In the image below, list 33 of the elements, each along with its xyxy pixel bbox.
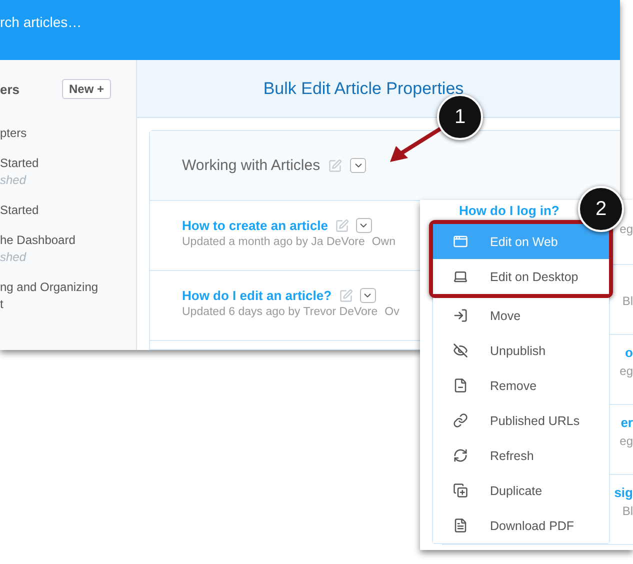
window-icon	[453, 234, 468, 249]
article-meta: eg	[620, 434, 633, 448]
sidebar-item[interactable]: Started	[0, 156, 136, 170]
owner-text: Ov	[384, 306, 400, 318]
article-meta: Bl	[622, 504, 633, 518]
owner-text: Own	[372, 236, 396, 248]
document-minus-icon	[453, 378, 468, 393]
article-meta: eg	[620, 364, 633, 378]
link-icon	[453, 413, 468, 428]
dropdown-button[interactable]	[360, 288, 376, 303]
article-meta: Bl	[622, 294, 633, 308]
eye-slash-icon	[453, 343, 468, 358]
dropdown-button[interactable]	[356, 218, 372, 233]
duplicate-icon	[453, 483, 468, 498]
sidebar-item[interactable]: Started	[0, 203, 136, 217]
new-button[interactable]: New +	[62, 79, 111, 99]
dropdown-button[interactable]	[350, 158, 366, 173]
refresh-icon	[453, 448, 468, 463]
article-meta: Updated a month ago by Ja DeVore	[182, 236, 365, 248]
document-icon	[453, 518, 468, 533]
laptop-icon	[453, 269, 468, 284]
sidebar-item-text: t	[0, 297, 4, 311]
sidebar-item[interactable]: he Dashboard	[0, 233, 136, 247]
sidebar-item[interactable]: pters	[0, 126, 136, 140]
status-text: shed	[0, 250, 28, 264]
sidebar-item[interactable]: ng and Organizing	[0, 280, 136, 294]
article-meta: Updated 6 days ago by Trevor DeVore	[182, 306, 378, 318]
search-field[interactable]: rch articles…	[0, 14, 200, 30]
section-title: Working with Articles	[182, 157, 320, 174]
menu-item[interactable]: Edit on Desktop	[433, 259, 609, 294]
status-text: shed	[0, 173, 28, 187]
import-icon	[453, 308, 468, 323]
sidebar-heading: ers	[0, 82, 20, 96]
